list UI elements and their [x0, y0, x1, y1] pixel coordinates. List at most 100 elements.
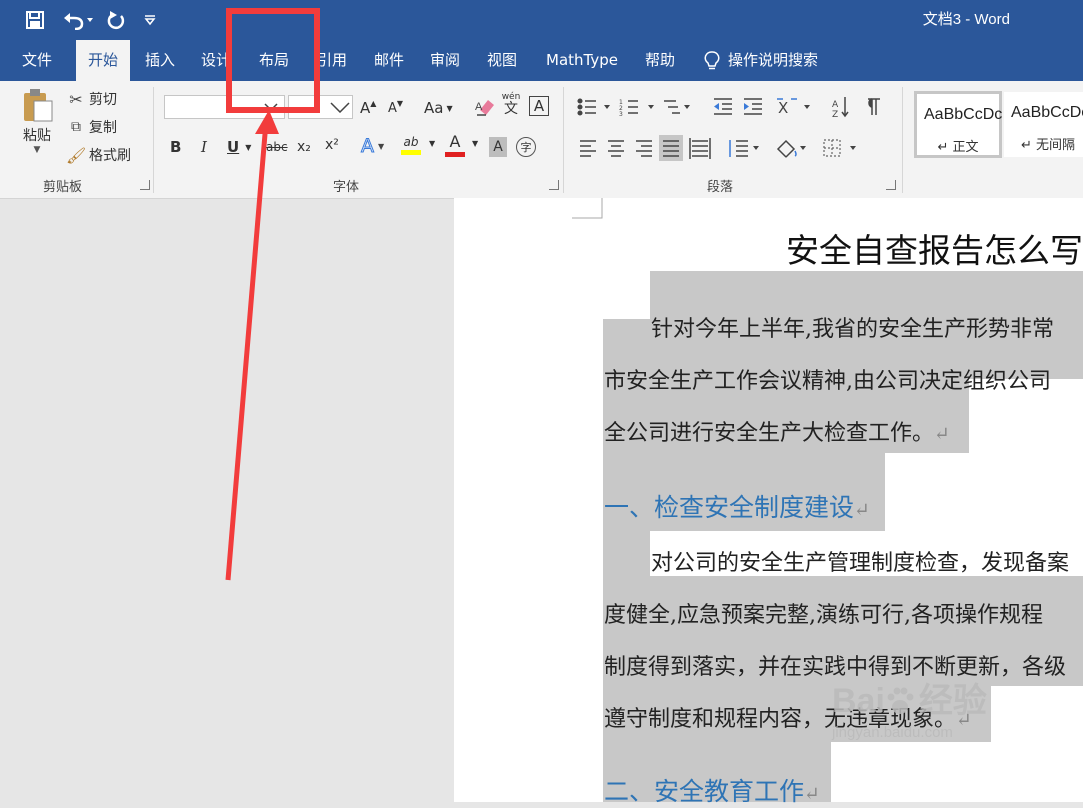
shading-icon[interactable] — [776, 139, 806, 161]
separator — [153, 87, 154, 193]
undo-icon[interactable] — [58, 6, 96, 34]
grow-font-icon: A — [360, 99, 371, 117]
phonetic-guide-button[interactable]: wén 文 — [500, 93, 522, 121]
copy-button[interactable]: ⧉ 复制 — [66, 117, 117, 137]
character-shading-icon: A — [493, 139, 503, 155]
grow-arrow-icon: ▲ — [370, 98, 377, 108]
cut-label: 剪切 — [89, 92, 117, 108]
format-painter-icon: 🖌 — [66, 145, 87, 165]
cut-button[interactable]: ✂ 剪切 — [66, 89, 117, 109]
tab-insert[interactable]: 插入 — [136, 40, 184, 81]
svg-text:A: A — [832, 100, 839, 110]
shrink-font-button[interactable]: A ▼ — [388, 97, 408, 119]
clear-formatting-button[interactable]: A — [474, 95, 496, 119]
highlight-color-swatch — [401, 150, 421, 155]
underline-icon: U — [227, 138, 240, 156]
text-effects-button[interactable]: A ▼ — [361, 135, 385, 158]
chevron-down-icon — [264, 103, 278, 112]
paste-label: 粘贴 — [23, 128, 51, 144]
redo-icon[interactable] — [104, 6, 128, 34]
borders-icon[interactable] — [823, 139, 856, 157]
sort-icon[interactable]: AZ — [832, 97, 849, 120]
format-painter-button[interactable]: 🖌 格式刷 — [66, 145, 131, 165]
tab-design[interactable]: 设计 — [193, 40, 239, 81]
document-page[interactable]: 安全自查报告怎么写 针对今年上半年,我省的安全生产形势非常 市安全生产工作会议精… — [454, 198, 1083, 806]
bullets-icon[interactable] — [577, 98, 610, 116]
dropdown-icon: ▼ — [378, 141, 385, 151]
tab-home[interactable]: 开始 — [76, 40, 130, 81]
tab-file[interactable]: 文件 — [12, 40, 62, 81]
font-color-button[interactable]: A — [445, 134, 465, 160]
save-icon[interactable] — [22, 6, 48, 34]
separator — [902, 87, 903, 193]
svg-text:3: 3 — [619, 111, 623, 118]
chinese-layout-icon[interactable]: X — [777, 98, 810, 117]
highlight-button[interactable]: ab — [401, 136, 421, 160]
bold-button[interactable]: B — [170, 138, 181, 156]
phonetic-bottom: 文 — [504, 101, 518, 117]
clipboard-launcher-icon[interactable] — [140, 180, 150, 190]
font-name-combo[interactable] — [164, 95, 285, 119]
style-normal[interactable]: AaBbCcDc ↵ 正文 — [914, 91, 1002, 158]
heading-line: 二、安全教育工作↵ — [604, 772, 820, 808]
ribbon-home: 粘贴 ▼ ✂ 剪切 ⧉ 复制 🖌 格式刷 剪贴板 A ▲ A ▼ Aa ▼ A wén 文 A… — [0, 81, 1083, 199]
highlight-dropdown-icon[interactable]: ▼ — [429, 139, 435, 148]
customize-qat-icon[interactable] — [140, 6, 160, 34]
subscript-button[interactable]: x₂ — [297, 139, 311, 155]
watermark-brand-right: 经验 — [918, 682, 987, 720]
tab-references[interactable]: 引用 — [308, 40, 356, 81]
paragraph-line: 度健全,应急预案完整,演练可行,各项操作规程 — [604, 603, 1043, 628]
paragraph-mark: ↵ — [934, 423, 950, 445]
line-spacing-icon[interactable] — [729, 140, 759, 157]
justify-icon[interactable] — [659, 135, 683, 161]
tab-help[interactable]: 帮助 — [637, 40, 683, 81]
increase-indent-icon[interactable] — [744, 98, 762, 115]
grow-font-button[interactable]: A ▲ — [360, 97, 380, 119]
shrink-font-icon: A — [388, 100, 397, 116]
italic-button[interactable]: I — [201, 138, 207, 156]
tab-mailings[interactable]: 邮件 — [365, 40, 413, 81]
svg-text:X: X — [778, 99, 788, 117]
copy-label: 复制 — [89, 120, 117, 136]
character-border-button[interactable]: A — [529, 96, 549, 116]
superscript-button[interactable]: x² — [325, 137, 339, 153]
line-text: 全公司进行安全生产大检查工作。 — [604, 421, 935, 446]
decrease-indent-icon[interactable] — [714, 98, 732, 115]
tab-mathtype[interactable]: MathType — [536, 40, 628, 81]
style-no-spacing[interactable]: AaBbCcDc ↵ 无间隔 — [1003, 91, 1083, 158]
numbering-icon[interactable]: 123 — [619, 99, 654, 118]
change-case-icon: Aa — [424, 99, 444, 117]
multilevel-list-icon[interactable] — [664, 100, 690, 114]
align-left-icon[interactable] — [580, 140, 596, 157]
eraser-icon: A — [475, 100, 494, 116]
underline-button[interactable]: U ▼ — [227, 138, 251, 156]
tab-review[interactable]: 审阅 — [421, 40, 469, 81]
paragraph-launcher-icon[interactable] — [886, 180, 896, 190]
tab-layout[interactable]: 布局 — [250, 40, 298, 81]
change-case-button[interactable]: Aa ▼ — [424, 97, 453, 119]
paragraph-group-label: 段落 — [707, 180, 734, 195]
enclose-characters-icon: 字 — [520, 141, 532, 154]
document-title-text: 安全自查报告怎么写 — [786, 231, 1083, 270]
align-right-icon[interactable] — [636, 140, 652, 157]
font-color-dropdown-icon[interactable]: ▼ — [472, 139, 478, 148]
font-size-combo[interactable] — [288, 95, 353, 119]
paste-button[interactable]: 粘贴 ▼ — [16, 87, 58, 167]
paragraph-mark: ↵ — [854, 499, 870, 521]
align-center-icon[interactable] — [608, 140, 624, 157]
document-title: 文档3 - Word — [922, 11, 1010, 28]
strikethrough-button[interactable]: abc — [266, 140, 288, 154]
character-shading-button[interactable]: A — [489, 137, 507, 157]
paragraph-line: 市安全生产工作会议精神,由公司决定组织公司 — [604, 369, 1051, 394]
tell-me-search[interactable]: 操作说明搜索 — [704, 40, 844, 81]
font-launcher-icon[interactable] — [549, 180, 559, 190]
paragraph-line: 全公司进行安全生产大检查工作。↵ — [604, 415, 950, 447]
selection-highlight — [603, 531, 650, 576]
show-formatting-marks-icon[interactable] — [868, 98, 880, 115]
tab-view[interactable]: 视图 — [478, 40, 526, 81]
clipboard-group-label: 剪贴板 — [43, 180, 83, 195]
distributed-icon[interactable] — [689, 138, 711, 159]
chevron-down-icon — [330, 102, 350, 113]
paragraph-controls: 123 X AZ — [577, 97, 880, 161]
enclose-characters-button[interactable]: 字 — [516, 137, 536, 157]
